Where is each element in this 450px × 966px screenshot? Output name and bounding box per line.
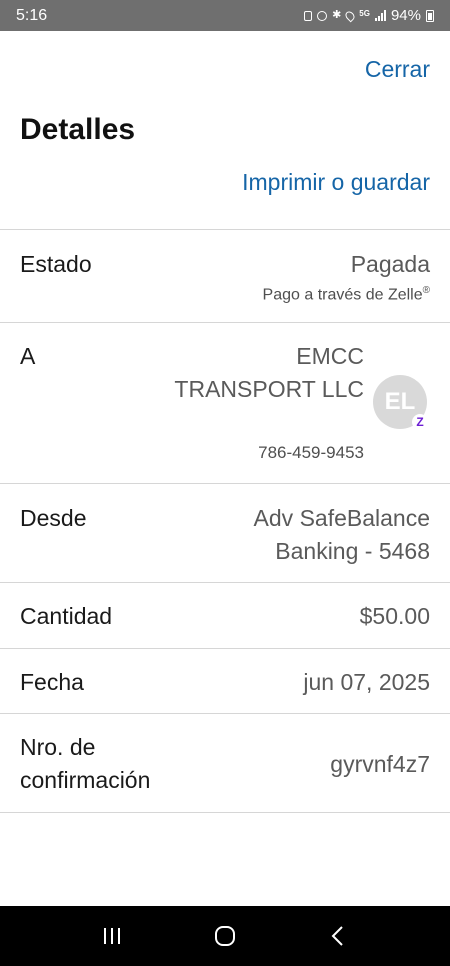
recipient-name: EMCC TRANSPORT LLC — [174, 343, 364, 402]
alarm-icon — [317, 10, 328, 21]
recipient-label: A — [20, 343, 36, 369]
back-icon[interactable] — [313, 916, 363, 956]
close-button[interactable]: Cerrar — [365, 56, 430, 83]
confirmation-number: gyrvnf4z7 — [330, 751, 430, 777]
divider — [0, 582, 450, 583]
avatar-initials: EL — [384, 388, 416, 415]
confirmation-label: Nro. de confirmación — [20, 734, 151, 793]
status-bar: 5:16 ✱ 5G 94% — [0, 0, 450, 31]
status-time: 5:16 — [16, 6, 48, 24]
divider — [0, 229, 450, 230]
divider — [0, 713, 450, 714]
date-value: jun 07, 2025 — [303, 669, 430, 695]
status-value: Pagada — [350, 251, 430, 277]
bluetooth-icon: ✱ — [332, 9, 342, 21]
status-label: Estado — [20, 251, 92, 277]
amount-value: $50.00 — [359, 603, 430, 629]
signal-icon — [374, 10, 386, 21]
battery-percent: 94% — [390, 7, 421, 24]
divider — [0, 483, 450, 484]
status-sub-text: Pago a través de Zelle — [262, 286, 423, 304]
home-icon[interactable] — [200, 916, 250, 956]
page-title: Detalles — [20, 113, 136, 146]
divider — [0, 812, 450, 813]
print-or-save-button[interactable]: Imprimir o guardar — [242, 169, 430, 196]
navigation-bar — [0, 906, 450, 966]
divider — [0, 648, 450, 649]
recipient-phone: 786-459-9453 — [258, 443, 364, 462]
divider — [0, 322, 450, 323]
status-icons: ✱ 5G 94% — [304, 7, 434, 24]
amount-label: Cantidad — [20, 603, 113, 629]
date-label: Fecha — [20, 669, 84, 695]
battery-icon — [426, 9, 434, 22]
from-label: Desde — [20, 505, 87, 531]
mobile-data-icon: 5G — [359, 9, 370, 18]
status-payment-method: Pago a través de Zelle® — [263, 285, 430, 304]
recent-apps-icon[interactable] — [87, 916, 137, 956]
from-account: Adv SafeBalance Banking - 5468 — [253, 505, 430, 564]
lock-icon — [304, 10, 313, 21]
zelle-badge-icon: Z — [412, 414, 428, 430]
registered-mark: ® — [422, 285, 430, 296]
location-icon — [343, 9, 357, 22]
